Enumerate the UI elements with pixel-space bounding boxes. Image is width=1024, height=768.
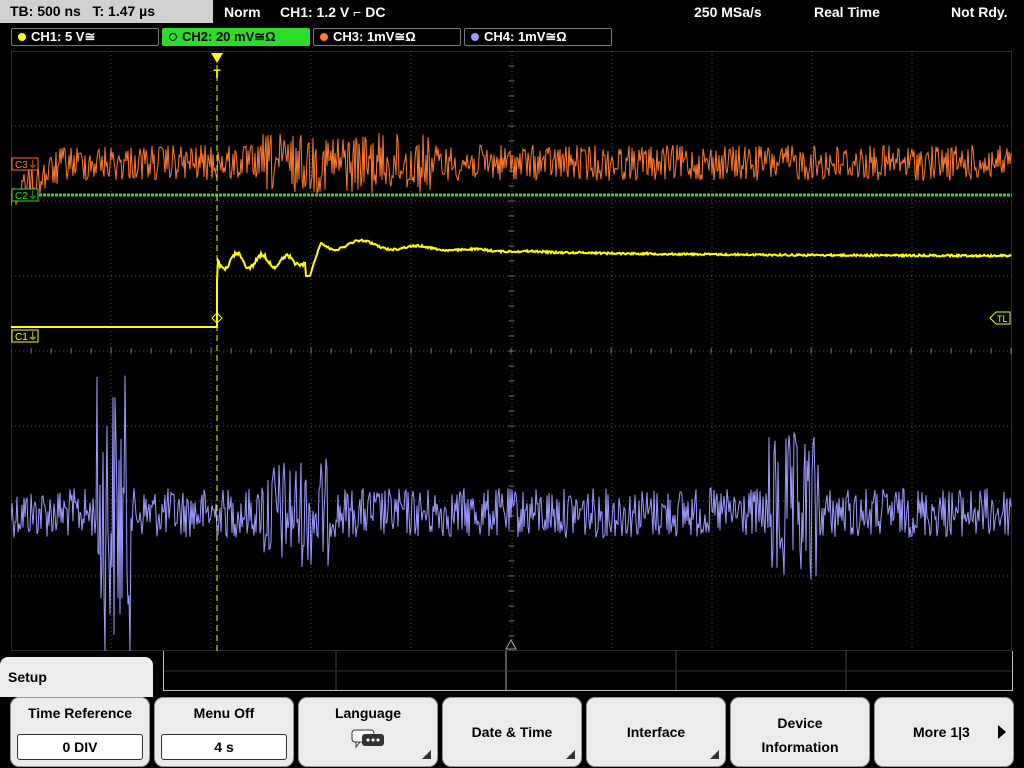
channel-tab-ch1[interactable]: CH1: 5 V≅: [11, 28, 159, 46]
submenu-corner-icon: [566, 750, 575, 759]
acquisition-state: Not Rdy.: [951, 4, 1008, 20]
ch4-waveform: [11, 375, 1012, 651]
ch3-color-dot: [320, 33, 328, 41]
trigger-level-label: TL: [997, 314, 1008, 324]
more-softkey[interactable]: More 1|3: [874, 697, 1014, 767]
menu-title: Setup: [8, 669, 47, 685]
channel-tab-ch4[interactable]: CH4: 1mV≅Ω: [464, 28, 612, 46]
trigger-marker-label: T: [213, 67, 221, 81]
softkey-label: Language: [334, 705, 402, 721]
ch1-ground-marker[interactable]: C1⏚: [11, 329, 39, 343]
ch2-ground-marker[interactable]: C2⏚: [11, 188, 39, 202]
acquisition-mode: Real Time: [814, 4, 880, 20]
ch3-marker-label: C3⏚: [15, 159, 38, 171]
ch1-color-dot: [18, 33, 26, 41]
time-reference-value: 0 DIV: [17, 734, 143, 760]
submenu-corner-icon: [710, 750, 719, 759]
graticule: [11, 51, 1012, 651]
channel-label: CH3: 1mV≅Ω: [333, 29, 416, 44]
softkey-label: Date & Time: [471, 724, 553, 740]
waveform-display[interactable]: T C3⏚ C2⏚ C1⏚ TL: [11, 51, 1012, 651]
trigger-mode[interactable]: Norm: [224, 0, 261, 24]
trigger-level-marker[interactable]: TL: [989, 311, 1011, 325]
sample-rate: 250 MSa/s: [694, 4, 762, 20]
arrow-right-icon: [998, 725, 1006, 739]
interface-softkey[interactable]: Interface: [586, 697, 726, 767]
softkey-label: Interface: [626, 724, 686, 740]
ch2-color-dot: [169, 33, 177, 41]
zoom-overview-strip: [163, 651, 1013, 691]
channel-label: CH2: 20 mV≅Ω: [182, 29, 276, 44]
softkey-label: More 1|3: [913, 724, 970, 740]
channel-tab-ch3[interactable]: CH3: 1mV≅Ω: [313, 28, 461, 46]
timebase-readout[interactable]: TB: 500 ns T: 1.47 µs: [0, 0, 213, 23]
trigger-setup[interactable]: CH1: 1.2 V ⌐ DC: [280, 0, 385, 24]
submenu-corner-icon: [422, 750, 431, 759]
device-information-softkey[interactable]: Device Information: [730, 697, 870, 767]
timebase-value: TB: 500 ns: [10, 3, 81, 19]
trigger-time-value: T: 1.47 µs: [92, 3, 156, 19]
ch3-ground-marker[interactable]: C3⏚: [11, 157, 39, 171]
softkey-label: Device Information: [761, 715, 839, 755]
channel-label: CH1: 5 V≅: [31, 29, 96, 44]
trigger-position-marker[interactable]: T: [211, 53, 223, 81]
ch1-waveform: [11, 238, 1012, 328]
ch1-marker-label: C1⏚: [15, 331, 38, 343]
date-time-softkey[interactable]: Date & Time: [442, 697, 582, 767]
ch2-marker-label: C2⏚: [15, 190, 38, 202]
menu-off-softkey[interactable]: Menu Off 4 s: [154, 697, 294, 767]
speech-bubbles-icon: [351, 729, 384, 749]
channel-label: CH4: 1mV≅Ω: [484, 29, 567, 44]
menu-title-tab: Setup: [0, 657, 153, 697]
status-bar: TB: 500 ns T: 1.47 µs Norm CH1: 1.2 V ⌐ …: [0, 0, 1024, 24]
channel-tab-ch2[interactable]: CH2: 20 mV≅Ω: [162, 28, 310, 46]
horizontal-reference-icon: [505, 638, 517, 650]
softkey-label: Time Reference: [27, 705, 132, 721]
softkey-label: Menu Off: [193, 705, 255, 721]
ch4-color-dot: [471, 33, 479, 41]
time-reference-softkey[interactable]: Time Reference 0 DIV: [10, 697, 150, 767]
language-softkey[interactable]: Language: [298, 697, 438, 767]
menu-off-value: 4 s: [161, 734, 287, 760]
